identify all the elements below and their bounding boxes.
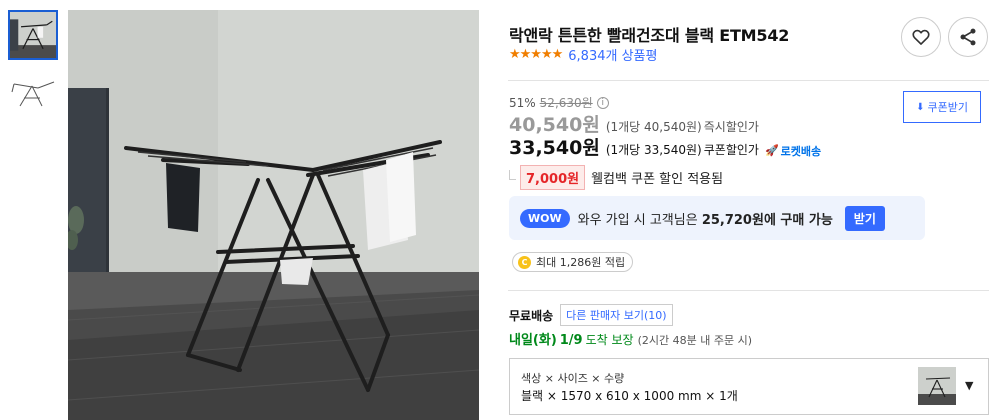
reward-points-text: 최대 1,286원 적립 xyxy=(536,256,626,269)
caret-down-icon: ▼ xyxy=(965,379,974,392)
share-icon xyxy=(960,28,976,46)
thumbnail-list xyxy=(8,10,58,126)
wow-get-button[interactable]: 받기 xyxy=(844,205,885,231)
delivery-date: 1/9 xyxy=(559,333,583,348)
get-coupon-label: 쿠폰받기 xyxy=(927,101,968,114)
option-thumbnail xyxy=(918,367,956,405)
option-value: 블랙 × 1570 x 610 x 1000 mm × 1개 xyxy=(521,389,738,403)
delivery-note: (2시간 48분 내 주문 시) xyxy=(637,334,752,347)
coupon-price: 33,540원 xyxy=(509,137,600,159)
coupon-unit-price: (1개당 33,540원) xyxy=(605,143,702,157)
wow-text: 와우 가입 시 고객님은 25,720원에 구매 가능 xyxy=(578,209,833,228)
star-rating: ★★★★★ xyxy=(509,46,563,62)
coin-icon: C xyxy=(518,255,531,269)
delivery-estimate: 내일(화) 1/9 도착 보장 (2시간 48분 내 주문 시) xyxy=(509,329,752,348)
thumbnail-1[interactable] xyxy=(8,10,58,60)
wishlist-button[interactable] xyxy=(901,17,941,57)
review-count-link[interactable]: 6,834개 상품평 xyxy=(568,45,657,64)
share-button[interactable] xyxy=(948,17,988,57)
drying-rack-illustration xyxy=(68,10,479,420)
rocket-icon: 🚀 xyxy=(764,144,779,157)
delivery-guarantee: 도착 보장 xyxy=(585,333,634,347)
wow-badge: WOW xyxy=(520,208,570,228)
wow-price: 25,720원에 구매 가능 xyxy=(701,212,833,228)
option-thumbnail-image xyxy=(918,367,956,405)
other-sellers-button[interactable]: 다른 판매자 보기(10) xyxy=(560,304,673,326)
main-product-image xyxy=(68,10,479,420)
welcome-coupon-text: 웰컴백 쿠폰 할인 적용됨 xyxy=(591,172,724,187)
thumbnail-2[interactable] xyxy=(8,68,58,118)
rating-row: ★★★★★ 6,834개 상품평 xyxy=(509,45,657,64)
get-coupon-button[interactable]: ⬇ 쿠폰받기 xyxy=(903,91,981,123)
thumbnail-2-image xyxy=(8,68,58,118)
shipping-row: 무료배송 다른 판매자 보기(10) xyxy=(509,304,673,326)
welcome-coupon-amount: 7,000원 xyxy=(520,165,586,190)
download-icon: ⬇ xyxy=(916,101,925,113)
free-shipping-label: 무료배송 xyxy=(509,308,554,323)
discount-rate: 51% xyxy=(509,95,536,110)
option-label: 색상 × 사이즈 × 수량 xyxy=(521,372,625,385)
tree-connector xyxy=(509,169,516,180)
product-title: 락앤락 튼튼한 빨래건조대 블랙 ETM542 xyxy=(509,26,790,45)
delivery-day: 내일(화) xyxy=(509,333,557,348)
divider xyxy=(508,290,989,291)
rocket-delivery-label: 로켓배송 xyxy=(780,144,822,158)
rocket-delivery-badge: 🚀 로켓배송 xyxy=(765,143,821,159)
product-info-panel: 락앤락 튼튼한 빨래건조대 블랙 ETM542 ★★★★★ 6,834개 상품평… xyxy=(508,0,997,420)
reward-points-badge: C 최대 1,286원 적립 xyxy=(512,252,634,272)
discount-row: 51% 52,630원 i xyxy=(509,94,609,111)
option-selector[interactable]: 색상 × 사이즈 × 수량 블랙 × 1570 x 610 x 1000 mm … xyxy=(509,358,989,415)
wow-text-prefix: 와우 가입 시 고객님은 xyxy=(577,212,698,228)
coupon-price-row: 33,540원 (1개당 33,540원) 쿠폰할인가 🚀 로켓배송 xyxy=(509,133,821,160)
thumbnail-1-image xyxy=(10,12,56,58)
divider xyxy=(508,80,989,81)
welcome-coupon-row: 7,000원 웰컴백 쿠폰 할인 적용됨 xyxy=(509,165,723,190)
wow-membership-banner: WOW 와우 가입 시 고객님은 25,720원에 구매 가능 받기 xyxy=(509,196,925,240)
coupon-price-label: 쿠폰할인가 xyxy=(703,143,759,157)
info-icon[interactable]: i xyxy=(596,96,609,109)
original-price: 52,630원 xyxy=(539,96,593,110)
heart-icon xyxy=(912,29,930,45)
